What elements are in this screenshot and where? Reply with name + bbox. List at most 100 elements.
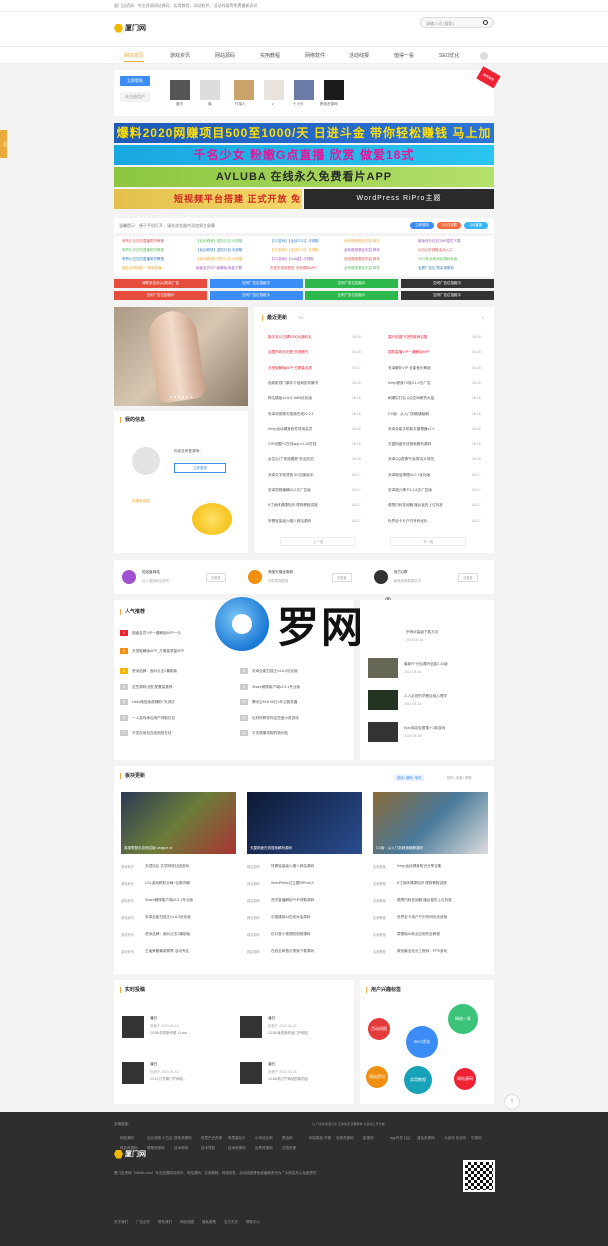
poster-name[interactable]: 潘日 bbox=[268, 1016, 275, 1021]
footer-bottom-link[interactable]: 支付方式 bbox=[224, 1220, 238, 1225]
back-to-top-button[interactable]: ↑ bbox=[504, 1094, 520, 1110]
recent-item-left[interactable]: 追新影视门事件介绍和如何解决 bbox=[268, 381, 318, 386]
text-link[interactable]: 【仙剑奇侠】进阶礼包 可领取 bbox=[196, 257, 242, 262]
block-category[interactable]: 网站源码 bbox=[247, 864, 260, 869]
poster-avatar[interactable] bbox=[240, 1016, 262, 1038]
hot-item[interactable]: 这些源码出售 配置量推荐 bbox=[132, 685, 173, 690]
footer-link[interactable]: 技术领域 bbox=[174, 1146, 188, 1151]
block-thumb[interactable]: CX版：从入门到精通破解源码 bbox=[373, 792, 488, 854]
nav-software[interactable]: 网络软件 bbox=[305, 52, 325, 59]
user-avatar[interactable] bbox=[264, 80, 284, 100]
ad-banner-2[interactable]: 千名少女 粉嫩G点直播 欣赏 做爱18式 bbox=[114, 145, 494, 165]
hot-item[interactable]: Share微博客户端v3.5.1专业版 bbox=[252, 685, 300, 690]
recent-item-right[interactable]: 天翼网盘在线搜索解析源码 bbox=[388, 442, 431, 447]
block-item[interactable]: 安卓全能扫描王v4.8.2优化版 bbox=[145, 915, 191, 920]
recent-item-right[interactable]: Keep健身TV版3.1.0去广告 bbox=[388, 381, 431, 386]
text-link[interactable]: 超级会员VIP 破解版 免费下载 bbox=[196, 266, 242, 271]
contribute-link[interactable]: 投稿拿奖励 bbox=[132, 499, 150, 504]
recent-item-left[interactable]: 好看轻量级六姻人网站源码 bbox=[268, 519, 311, 524]
nav-tutorial[interactable]: 实用教程 bbox=[260, 52, 280, 59]
interest-tag[interactable]: 网站源码 bbox=[454, 1068, 476, 1090]
search-icon[interactable] bbox=[483, 20, 488, 25]
footer-link[interactable]: 站长网络 小白站 bbox=[147, 1136, 172, 1141]
footer-link[interactable]: 阿里香站长 bbox=[228, 1136, 246, 1141]
news-thumb[interactable] bbox=[368, 690, 398, 710]
nav-games[interactable]: 游戏资讯 bbox=[170, 52, 190, 59]
block-item[interactable]: 微信最全站长工程师：FPS游戏 bbox=[397, 949, 447, 954]
recent-item-right[interactable]: 便携扫码查阅器 播出者的上位标准 bbox=[388, 503, 443, 508]
footer-link[interactable]: 网站模板 开源 bbox=[309, 1136, 331, 1141]
text-link[interactable]: 【TC游戏】【全战TCG】可领取 bbox=[270, 239, 319, 244]
recent-item-left[interactable]: 安卓消息聊天视频在线v2.2.1 bbox=[268, 412, 314, 417]
block-item[interactable]: LOL游戏精彩对局+比赛详解 bbox=[145, 881, 190, 886]
site-logo[interactable]: 厦门网 bbox=[114, 22, 154, 34]
text-link[interactable]: 盘前全网视频 一周免费赚 bbox=[122, 266, 161, 271]
block-category[interactable]: 游戏资讯 bbox=[121, 932, 134, 937]
ad-banner-1[interactable]: 爆料2020网赚项目500至1000/天 日进斗金 带你轻松赚钱 马上加入 bbox=[114, 123, 494, 143]
interest-tag[interactable]: 网站资讯 bbox=[366, 1066, 388, 1088]
ad-slot-button[interactable]: 空闲广告位招租中 bbox=[209, 279, 303, 288]
recent-item-left[interactable]: 这里的网页出售 外观首先 bbox=[268, 350, 309, 355]
block-category[interactable]: 实用教程 bbox=[373, 898, 386, 903]
footer-link[interactable]: 大游戏 站长网 bbox=[444, 1136, 466, 1141]
hot-item[interactable]: 安卓全能扫描王v4.8.2优化版 bbox=[252, 669, 298, 674]
ad-slot-button[interactable]: 空闲广告位招租中 bbox=[400, 279, 494, 288]
block-item[interactable]: 在线全网音乐搜索下载源码 bbox=[271, 949, 314, 954]
recent-item-right[interactable]: 安卓微信清理v5.2.7优化版 bbox=[388, 473, 430, 478]
user-avatar[interactable] bbox=[170, 80, 190, 100]
post-text[interactable]: 13:58 新门户网站的新内容 bbox=[268, 1076, 308, 1081]
feature-name[interactable]: 淘宝天猫优惠券 bbox=[268, 570, 293, 575]
footer-bottom-link[interactable]: 帮助中心 bbox=[246, 1220, 260, 1225]
interest-tag[interactable]: 活动线报 bbox=[368, 1018, 390, 1040]
next-page-button[interactable]: 下一页 bbox=[390, 537, 466, 546]
news-title[interactable]: 最新FF分包源码全能2.34版 bbox=[404, 662, 448, 667]
block-item[interactable]: Share微博客户端v3.5.1专业版 bbox=[145, 898, 193, 903]
block-item[interactable]: 虎牙直播解析PHP获取源码 bbox=[271, 898, 314, 903]
block-item[interactable]: 世界全卡用户户内号码优化使用 bbox=[397, 915, 447, 920]
recent-item-right[interactable]: 安卓超九神卡1.2.6去广告版 bbox=[388, 488, 432, 493]
ad-banner-4[interactable]: 短视频平台搭建 正式开放 免费申请 吧 WordPress RiPro主题 bbox=[114, 189, 494, 209]
nav-source[interactable]: 网站源码 bbox=[215, 52, 235, 59]
footer-link[interactable]: 风铃资源网 bbox=[120, 1146, 138, 1151]
footer-link[interactable]: 牛图网 bbox=[471, 1136, 482, 1141]
footer-link[interactable]: 优质资源网 bbox=[336, 1136, 354, 1141]
text-link[interactable]: 全网首席原创内容 精华 bbox=[344, 266, 380, 271]
ad-banner-4-left[interactable]: 短视频平台搭建 正式开放 免费申请 吧 bbox=[114, 189, 302, 209]
block-category[interactable]: 实用教程 bbox=[373, 881, 386, 886]
feature-button[interactable]: 去看看 bbox=[458, 573, 478, 582]
ad-slot-button[interactable]: 空闲广告位招租中 bbox=[305, 279, 398, 288]
poster-name[interactable]: 潘日 bbox=[150, 1062, 157, 1067]
poster-avatar[interactable] bbox=[240, 1062, 262, 1084]
nav-worth[interactable]: 值得一看 bbox=[394, 52, 414, 59]
hot-item[interactable]: 资深品牌：面对点击2篇制版 bbox=[132, 669, 177, 674]
slider-dots[interactable] bbox=[170, 396, 192, 398]
footer-link[interactable]: app开发 社区 bbox=[390, 1136, 411, 1141]
block-item[interactable]: 仿抖音小视频短视频源码 bbox=[271, 932, 311, 937]
text-link[interactable]: 有赞小白白的直播带货教程 bbox=[122, 239, 164, 244]
footer-bottom-link[interactable]: 关于我们 bbox=[114, 1220, 128, 1225]
block-item[interactable]: Keep运动健身知识分享合集 bbox=[397, 864, 441, 869]
block-category[interactable]: 网站源码 bbox=[247, 949, 260, 954]
footer-link[interactable]: 网站源码 bbox=[120, 1136, 134, 1141]
user-avatar[interactable] bbox=[324, 80, 344, 100]
block-item[interactable]: 6寸身体健康知识 理财教程讲座 bbox=[397, 881, 447, 886]
recent-item-right[interactable]: 世界全卡片户内号码优化 bbox=[388, 519, 428, 524]
block-category[interactable]: 游戏资讯 bbox=[121, 915, 134, 920]
footer-link[interactable]: 搜索资源网 bbox=[174, 1136, 192, 1141]
footer-link[interactable]: 黑话网 bbox=[282, 1136, 293, 1141]
text-link[interactable]: 有赞小白白的直播带货教程 bbox=[122, 248, 164, 253]
poster-name[interactable]: 潘日 bbox=[150, 1016, 157, 1021]
nav-home[interactable]: 网站首页 bbox=[124, 52, 145, 62]
block-thumb[interactable]: 天翼网盘在线搜索解析源码 bbox=[247, 792, 362, 854]
hot-item[interactable]: 腾讯云618.95元1年云服务器 bbox=[252, 700, 297, 705]
text-link[interactable]: 【TC游戏】【全战TCG】可领取 bbox=[270, 248, 319, 253]
interest-tag[interactable]: 实用教程 bbox=[404, 1066, 432, 1094]
footer-bottom-link[interactable]: 联系我们 bbox=[158, 1220, 172, 1225]
block-item[interactable]: 王者荣耀最新赛季 活动专区 bbox=[145, 949, 189, 954]
hot-item[interactable]: Hello微信免费辅助7天测试 bbox=[132, 700, 175, 705]
recent-item-right[interactable]: 安卓QQ表情气泡/群名片修改 bbox=[388, 457, 434, 462]
ad-slot-button[interactable]: 请联系站长QQ购买广告 bbox=[114, 279, 207, 288]
footer-link[interactable]: 蓝色资源网 bbox=[417, 1136, 435, 1141]
interest-tag[interactable]: 网络一条 bbox=[448, 1004, 478, 1034]
text-link[interactable]: 全网首席原创内容 精华 bbox=[344, 239, 380, 244]
